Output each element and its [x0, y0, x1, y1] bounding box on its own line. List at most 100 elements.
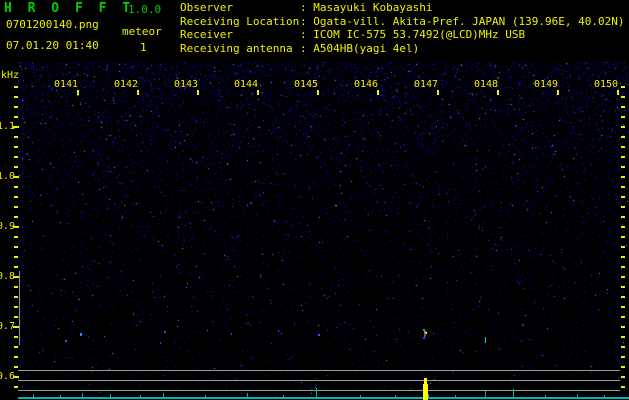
time-axis-tick — [557, 90, 559, 95]
freq-axis-right-tick — [621, 366, 625, 368]
time-axis-label: 0150 — [594, 79, 619, 90]
freq-axis-right-tick — [621, 356, 625, 358]
time-axis-tick — [617, 90, 619, 95]
time-axis-label: 0143 — [174, 79, 199, 90]
freq-axis-right-tick — [621, 276, 625, 278]
freq-axis-label: 0.8 — [0, 271, 16, 282]
freq-axis-right-tick — [621, 206, 625, 208]
freq-axis-major-tick — [13, 126, 19, 128]
freq-axis-minor-tick — [14, 256, 18, 258]
activity-tick — [428, 394, 429, 399]
freq-axis-minor-tick — [14, 216, 18, 218]
meteor-echo-pixel — [423, 337, 425, 339]
activity-tick — [360, 395, 361, 399]
freq-axis-right-tick — [621, 196, 625, 198]
freq-axis-right-tick — [621, 236, 625, 238]
activity-tick — [513, 389, 514, 399]
activity-tick — [247, 393, 248, 399]
time-axis-tick — [257, 90, 259, 95]
freq-axis-right-tick — [621, 166, 625, 168]
freq-axis-minor-tick — [14, 366, 18, 368]
freq-axis-minor-tick — [14, 296, 18, 298]
freq-axis-right-tick — [621, 326, 625, 328]
time-axis-tick — [377, 90, 379, 95]
freq-axis-right-tick — [621, 126, 625, 128]
activity-tick — [395, 395, 396, 399]
freq-axis-minor-tick — [14, 266, 18, 268]
faint-echo — [164, 331, 166, 333]
freq-axis-right-tick — [621, 376, 625, 378]
activity-tick — [60, 395, 61, 399]
freq-axis-minor-tick — [14, 136, 18, 138]
freq-axis-minor-tick — [14, 196, 18, 198]
freq-axis-right-tick — [621, 316, 625, 318]
freq-axis-minor-tick — [14, 156, 18, 158]
level-meter-gridline — [18, 370, 620, 371]
time-axis-tick — [437, 90, 439, 95]
freq-axis-minor-tick — [14, 106, 18, 108]
activity-tick — [33, 394, 34, 399]
activity-tick — [205, 395, 206, 399]
meteor-spike-tip — [424, 378, 427, 386]
freq-axis-label: 1.0 — [0, 171, 16, 182]
freq-axis-label: 1.1 — [0, 121, 16, 132]
time-axis-label: 0147 — [414, 79, 439, 90]
freq-axis-right-tick — [621, 296, 625, 298]
freq-axis-major-tick — [13, 176, 19, 178]
freq-axis-right-tick — [621, 286, 625, 288]
freq-axis-label: 0.6 — [0, 371, 16, 382]
activity-tick — [316, 388, 317, 399]
time-axis-label: 0145 — [294, 79, 319, 90]
freq-axis-minor-tick — [14, 336, 18, 338]
freq-axis-right-tick — [621, 386, 625, 388]
time-axis-tick — [137, 90, 139, 95]
hrofft-spectrogram-screen: H R O F F T 1.0.0 0701200140.png meteor … — [0, 0, 629, 400]
freq-axis-minor-tick — [14, 316, 18, 318]
freq-axis-minor-tick — [14, 186, 18, 188]
faint-echo — [231, 333, 232, 335]
time-axis-tick — [77, 90, 79, 95]
time-axis-tick — [497, 90, 499, 95]
time-axis-label: 0144 — [234, 79, 259, 90]
freq-axis-minor-tick — [14, 246, 18, 248]
freq-axis-right-tick — [621, 116, 625, 118]
freq-axis-right-tick — [621, 186, 625, 188]
faint-echo — [485, 337, 486, 343]
time-axis-tick — [197, 90, 199, 95]
time-axis-label: 0141 — [54, 79, 79, 90]
time-axis-tick — [317, 90, 319, 95]
meteor-spike — [423, 384, 428, 400]
activity-tick — [455, 395, 456, 399]
freq-axis-right-tick — [621, 346, 625, 348]
time-axis-label: 0149 — [534, 79, 559, 90]
freq-axis-minor-tick — [14, 146, 18, 148]
freq-axis-right-tick — [621, 106, 625, 108]
freq-axis-minor-tick — [14, 236, 18, 238]
freq-axis-minor-tick — [14, 86, 18, 88]
activity-tick — [82, 393, 83, 399]
freq-axis-minor-tick — [14, 286, 18, 288]
freq-axis-minor-tick — [14, 206, 18, 208]
freq-axis-major-tick — [13, 226, 19, 228]
faint-echo — [160, 342, 161, 344]
activity-tick — [140, 395, 141, 399]
freq-axis-right-tick — [621, 86, 625, 88]
freq-axis-label: 0.7 — [0, 321, 16, 332]
activity-tick — [604, 395, 605, 399]
freq-axis-right-tick — [621, 136, 625, 138]
left-reference-line — [19, 271, 20, 345]
freq-axis-right-tick — [621, 246, 625, 248]
faint-echo — [65, 340, 67, 342]
activity-tick — [283, 395, 284, 399]
freq-axis-major-tick — [13, 376, 19, 378]
freq-axis-right-tick — [621, 306, 625, 308]
freq-axis-minor-tick — [14, 356, 18, 358]
level-meter-gridline — [18, 390, 620, 391]
freq-axis-right-tick — [621, 226, 625, 228]
activity-tick — [110, 394, 111, 399]
freq-axis-minor-tick — [14, 96, 18, 98]
freq-axis-right-tick — [621, 96, 625, 98]
activity-tick — [485, 391, 486, 399]
freq-axis-minor-tick — [14, 386, 18, 388]
freq-axis-minor-tick — [14, 166, 18, 168]
